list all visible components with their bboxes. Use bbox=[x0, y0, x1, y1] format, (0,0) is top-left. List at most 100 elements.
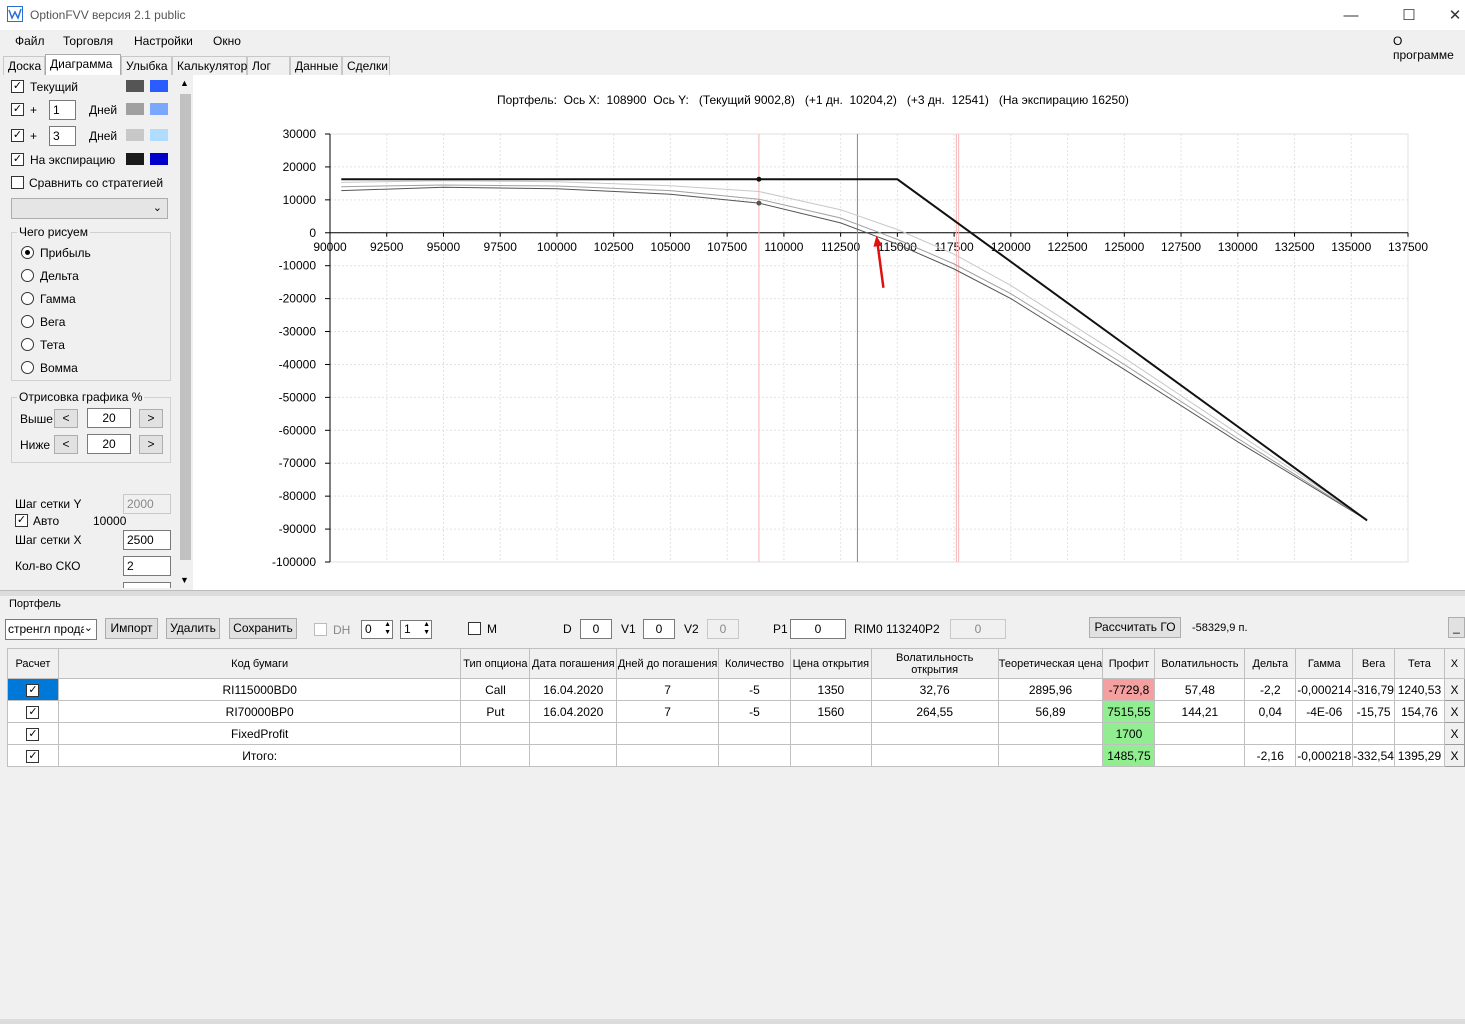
day1-color-swatch-2[interactable] bbox=[150, 103, 168, 115]
col-header[interactable]: Количество bbox=[718, 648, 791, 679]
tab-log[interactable]: Лог bbox=[247, 56, 290, 75]
expiry-color-swatch[interactable] bbox=[126, 153, 144, 165]
above-increase-button[interactable]: > bbox=[139, 409, 163, 428]
calc-checkbox-cell[interactable]: ✓ bbox=[7, 722, 59, 745]
left-scrollbar[interactable]: ▲ ▼ bbox=[178, 78, 193, 588]
day1-input[interactable]: 1 bbox=[49, 100, 76, 120]
minimize-icon[interactable]: — bbox=[1328, 0, 1374, 30]
day3-color-swatch-2[interactable] bbox=[150, 129, 168, 141]
col-header[interactable]: Дата погашения bbox=[529, 648, 618, 679]
dh-stepper-2[interactable]: 1 ▲ ▼ bbox=[400, 620, 432, 639]
calc-checkbox-cell[interactable]: ✓ bbox=[7, 678, 59, 701]
scroll-thumb[interactable] bbox=[180, 94, 191, 560]
day3-input[interactable]: 3 bbox=[49, 126, 76, 146]
tab-calculator[interactable]: Калькулятор bbox=[172, 56, 247, 75]
remove-row-button[interactable]: X bbox=[1443, 678, 1465, 701]
below-input[interactable]: 20 bbox=[87, 434, 131, 454]
col-header[interactable]: Волатильность открытия bbox=[870, 648, 999, 679]
tab-diagram[interactable]: Диаграмма bbox=[45, 54, 121, 75]
p1-input[interactable]: 0 bbox=[790, 619, 846, 639]
scroll-up-icon[interactable]: ▲ bbox=[180, 78, 189, 88]
menu-about[interactable]: О программе bbox=[1393, 34, 1465, 62]
strategy-select[interactable]: стренгл прода ⌄ bbox=[5, 619, 97, 640]
below-increase-button[interactable]: > bbox=[139, 435, 163, 454]
col-header[interactable]: Теоретическая цена bbox=[997, 648, 1104, 679]
radio-delta[interactable] bbox=[21, 269, 34, 282]
tab-data[interactable]: Данные bbox=[290, 56, 342, 75]
tab-deals[interactable]: Сделки bbox=[342, 56, 390, 75]
current-checkbox[interactable]: ✓ bbox=[11, 80, 24, 93]
col-header[interactable]: Код бумаги bbox=[57, 648, 462, 679]
table-row[interactable]: ✓ FixedProfit 1700 X bbox=[7, 722, 1465, 745]
strategy-dropdown[interactable]: ⌄ bbox=[11, 198, 168, 219]
grid-y-input[interactable]: 2000 bbox=[123, 494, 171, 514]
menu-settings[interactable]: Настройки bbox=[134, 34, 193, 48]
tab-smile[interactable]: Улыбка bbox=[121, 56, 172, 75]
col-header[interactable]: Цена открытия bbox=[789, 648, 872, 679]
expiry-checkbox[interactable]: ✓ bbox=[11, 153, 24, 166]
day3-checkbox[interactable]: ✓ bbox=[11, 129, 24, 142]
col-header[interactable]: Волатильность bbox=[1154, 648, 1246, 679]
expiry-color-swatch-2[interactable] bbox=[150, 153, 168, 165]
col-header[interactable]: Профит bbox=[1102, 648, 1156, 679]
sko-input[interactable]: 2 bbox=[123, 556, 171, 576]
delete-button[interactable]: Удалить bbox=[166, 618, 220, 639]
col-header[interactable]: Гамма bbox=[1295, 648, 1354, 679]
calc-checkbox-cell[interactable]: ✓ bbox=[7, 744, 59, 767]
day1-checkbox[interactable]: ✓ bbox=[11, 103, 24, 116]
above-decrease-button[interactable]: < bbox=[54, 409, 78, 428]
remove-row-button[interactable]: X bbox=[1443, 700, 1465, 723]
partial-input[interactable] bbox=[123, 582, 171, 588]
scroll-down-icon[interactable]: ▼ bbox=[180, 575, 189, 585]
radio-vega[interactable] bbox=[21, 315, 34, 328]
day3-color-swatch[interactable] bbox=[126, 129, 144, 141]
menu-window[interactable]: Окно bbox=[213, 34, 241, 48]
compare-checkbox[interactable] bbox=[11, 176, 24, 189]
v1-input[interactable]: 0 bbox=[643, 619, 675, 639]
calc-checkbox[interactable]: ✓ bbox=[26, 750, 40, 763]
pnl-chart[interactable]: 3000020000100000-10000-20000-30000-40000… bbox=[193, 75, 1465, 590]
grid-x-input[interactable]: 2500 bbox=[123, 530, 171, 550]
col-header[interactable]: Дельта bbox=[1244, 648, 1297, 679]
radio-theta[interactable] bbox=[21, 338, 34, 351]
table-row[interactable]: ✓ RI70000BP0 Put 16.04.2020 7 -5 1560 264,55 56,… bbox=[7, 700, 1465, 723]
col-header[interactable]: Расчет bbox=[7, 648, 59, 679]
day1-color-swatch[interactable] bbox=[126, 103, 144, 115]
col-header[interactable]: Тип опциона bbox=[460, 648, 531, 679]
col-header[interactable]: Тета bbox=[1393, 648, 1445, 679]
below-decrease-button[interactable]: < bbox=[54, 435, 78, 454]
col-header[interactable]: Дней до погашения bbox=[616, 648, 720, 679]
calc-checkbox[interactable]: ✓ bbox=[26, 684, 40, 697]
dh-stepper-1[interactable]: 0 ▲ ▼ bbox=[361, 620, 393, 639]
calc-go-button[interactable]: Рассчитать ГО bbox=[1089, 617, 1181, 638]
stepper-arrows-icon[interactable]: ▲ ▼ bbox=[384, 621, 391, 637]
remove-row-button[interactable]: X bbox=[1443, 722, 1465, 745]
auto-checkbox[interactable]: ✓ bbox=[15, 514, 28, 527]
save-button[interactable]: Сохранить bbox=[229, 618, 297, 639]
above-input[interactable]: 20 bbox=[87, 408, 131, 428]
stepper-arrows-icon[interactable]: ▲ ▼ bbox=[423, 621, 430, 637]
maximize-icon[interactable]: ☐ bbox=[1386, 0, 1432, 30]
calc-checkbox-cell[interactable]: ✓ bbox=[7, 700, 59, 723]
col-header[interactable]: X bbox=[1443, 648, 1465, 679]
table-row[interactable]: ✓ Итого: 1485,75 -2,16 -0,000218 -332,54 1395,… bbox=[7, 744, 1465, 767]
tab-board[interactable]: Доска bbox=[3, 56, 45, 75]
minimize-panel-button[interactable]: _ bbox=[1448, 617, 1465, 638]
current-color-swatch-2[interactable] bbox=[150, 80, 168, 92]
calc-checkbox[interactable]: ✓ bbox=[26, 728, 40, 741]
d-input[interactable]: 0 bbox=[580, 619, 612, 639]
import-button[interactable]: Импорт bbox=[105, 618, 158, 639]
current-color-swatch[interactable] bbox=[126, 80, 144, 92]
radio-vomma[interactable] bbox=[21, 361, 34, 374]
p2-input[interactable]: 0 bbox=[950, 619, 1006, 639]
m-checkbox[interactable] bbox=[468, 622, 481, 635]
menu-trade[interactable]: Торговля bbox=[63, 34, 113, 48]
table-row[interactable]: ✓ RI115000BD0 Call 16.04.2020 7 -5 1350 32,76 28… bbox=[7, 678, 1465, 701]
radio-profit[interactable] bbox=[21, 246, 34, 259]
splitter[interactable] bbox=[0, 590, 1465, 596]
remove-row-button[interactable]: X bbox=[1443, 744, 1465, 767]
menu-file[interactable]: Файл bbox=[15, 34, 45, 48]
radio-gamma[interactable] bbox=[21, 292, 34, 305]
calc-checkbox[interactable]: ✓ bbox=[26, 706, 40, 719]
close-icon[interactable]: ✕ bbox=[1432, 0, 1465, 30]
